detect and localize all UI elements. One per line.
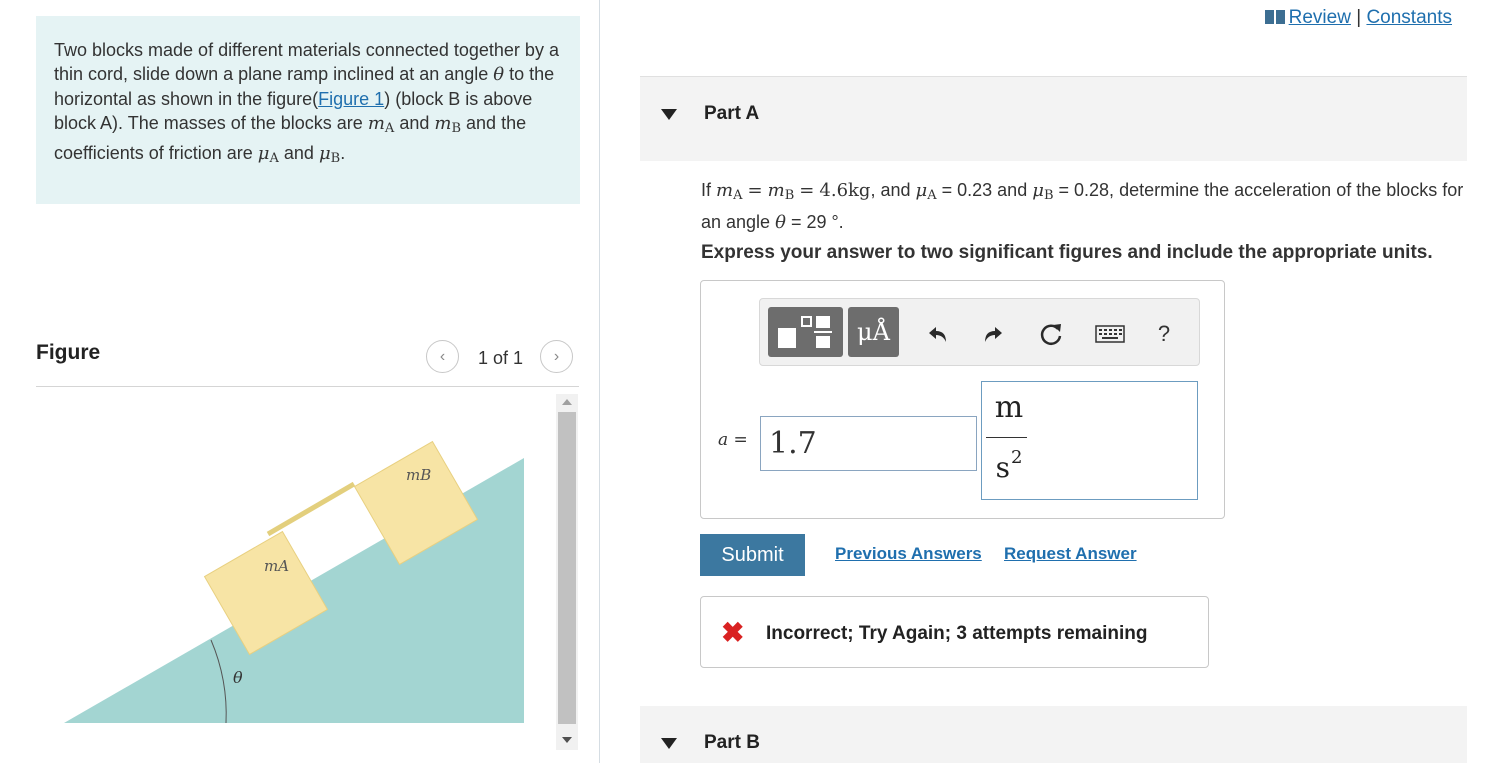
help-icon: ?	[1157, 321, 1171, 346]
answer-instructions: Express your answer to two significant f…	[701, 242, 1433, 263]
q-mu-b: μB	[1032, 180, 1054, 203]
undo-button[interactable]	[921, 317, 955, 351]
fraction-template-icon	[777, 316, 832, 348]
scroll-up-icon[interactable]	[562, 399, 572, 405]
collapse-caret-icon[interactable]	[661, 109, 677, 120]
part-a-question: If mA = mB = 4.6kg, and μA = 0.23 and μB…	[701, 180, 1464, 233]
mass-b-symbol: mB	[434, 113, 462, 136]
chevron-left-icon: ‹	[439, 347, 446, 365]
part-b-title: Part B	[704, 732, 760, 753]
request-answer-link[interactable]: Request Answer	[1004, 544, 1137, 564]
template-button[interactable]	[768, 307, 843, 357]
reset-button[interactable]	[1035, 317, 1069, 351]
help-button[interactable]: ?	[1149, 317, 1179, 351]
angle-label: θ	[233, 668, 243, 687]
constants-link[interactable]: Constants	[1366, 7, 1452, 28]
unit-numerator[interactable]: m	[990, 390, 1028, 425]
review-link[interactable]: Review	[1289, 7, 1351, 28]
column-divider	[599, 0, 600, 763]
part-a-header[interactable]	[640, 77, 1467, 161]
answer-variable-label: a =	[718, 430, 748, 450]
mu-a-symbol: μA	[257, 143, 279, 166]
figure-link[interactable]: Figure 1	[318, 89, 384, 109]
part-b-header[interactable]	[640, 706, 1467, 763]
figure-count: 1 of 1	[478, 348, 524, 368]
q-mu-a: μA	[915, 180, 937, 203]
figure-header-divider	[36, 386, 579, 387]
figure-next-button[interactable]: ›	[540, 340, 573, 373]
previous-answers-link[interactable]: Previous Answers	[835, 544, 982, 564]
scrollbar-thumb[interactable]	[558, 412, 576, 724]
problem-intro-text: Two blocks made of different materials c…	[54, 40, 559, 166]
connecting-cord	[266, 481, 356, 537]
part-a-title: Part A	[704, 103, 760, 124]
review-constants-links: Review | Constants	[1264, 7, 1452, 29]
error-x-icon: ✖	[721, 617, 745, 648]
feedback-message: Incorrect; Try Again; 3 attempts remaini…	[766, 623, 1148, 644]
redo-button[interactable]	[976, 317, 1010, 351]
keyboard-button[interactable]	[1091, 317, 1129, 351]
figure-prev-button[interactable]: ‹	[426, 340, 459, 373]
unit-denominator[interactable]: s2	[990, 447, 1028, 484]
mu-b-symbol: μB	[318, 143, 341, 166]
undo-icon	[929, 327, 946, 342]
intro-text-1: Two blocks made of different materials c…	[54, 40, 559, 84]
figure-title: Figure	[36, 341, 101, 364]
q-mass-value: 4.6kg	[819, 180, 871, 201]
scroll-down-icon[interactable]	[562, 737, 572, 743]
redo-icon	[985, 327, 1002, 342]
q-mass-a: mA	[716, 180, 743, 203]
reset-icon	[1040, 324, 1062, 345]
keyboard-icon	[1095, 325, 1125, 343]
answer-value-input[interactable]	[760, 416, 977, 471]
block-b-label: mB	[406, 466, 431, 484]
units-button[interactable]: μÅ	[848, 307, 899, 357]
submit-button[interactable]: Submit	[700, 534, 805, 576]
book-icon	[1264, 10, 1285, 24]
intro-and-1: and	[399, 113, 430, 133]
chevron-right-icon: ›	[553, 347, 560, 365]
unit-fraction-bar	[986, 437, 1027, 438]
ramp-figure: mA mB θ	[64, 440, 524, 724]
block-a-label: mA	[264, 557, 289, 575]
theta-symbol: θ	[493, 64, 505, 85]
mass-a-symbol: mA	[367, 113, 395, 136]
q-mass-b: mB	[767, 180, 795, 203]
intro-and-2: and	[283, 143, 314, 163]
expand-caret-icon[interactable]	[661, 738, 677, 749]
